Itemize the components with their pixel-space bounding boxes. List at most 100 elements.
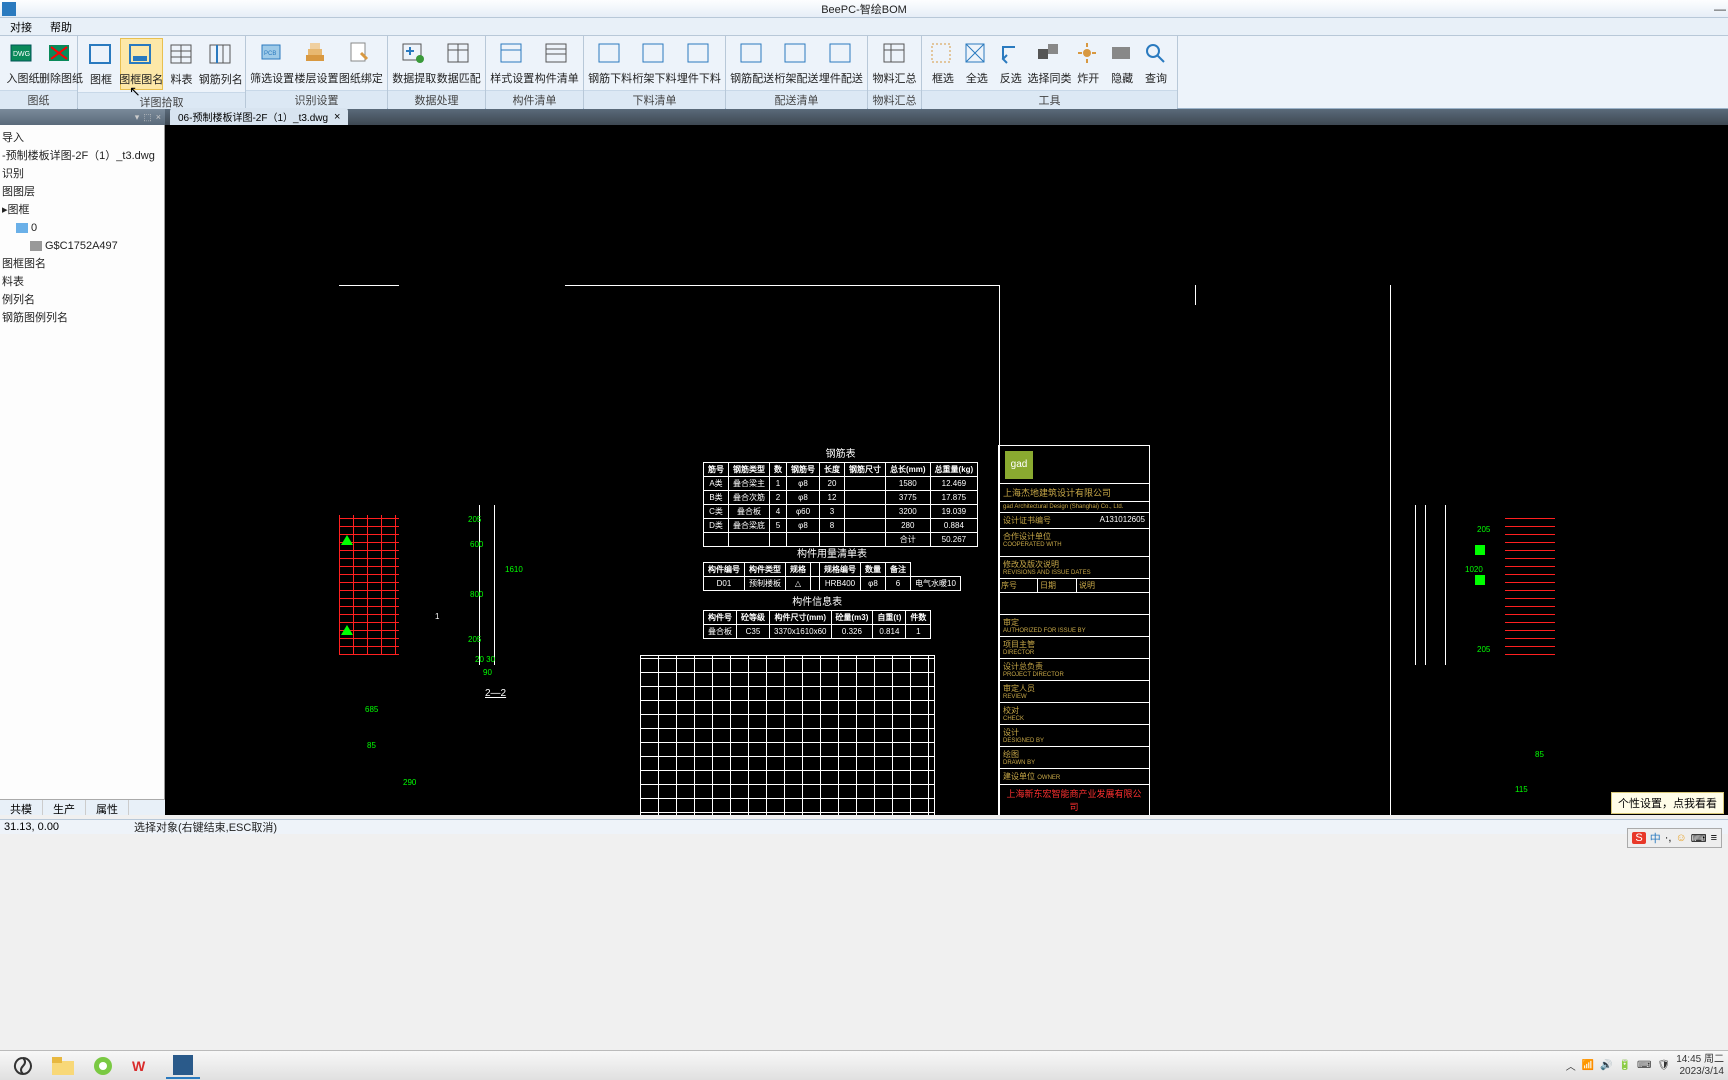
- tree-view[interactable]: 导入 -预制楼板详图-2F（1）_t3.dwg 识别 图图层 ▸ 图框 0 G$…: [0, 125, 164, 331]
- panel-header[interactable]: ▾ ⬚ ×: [0, 109, 165, 125]
- ribbon-group-summary: 物料汇总: [868, 90, 921, 109]
- grid-plan: [640, 655, 935, 815]
- dimension: 85: [1535, 750, 1544, 759]
- frame-name-button[interactable]: 图框图名: [120, 38, 163, 90]
- owner-name: 上海新东宏智能商产业发展有限公司: [999, 785, 1149, 815]
- tray-network-icon[interactable]: 📶: [1582, 1060, 1594, 1071]
- section-view: [339, 505, 509, 695]
- filter-setting-button[interactable]: PCB筛选设置: [250, 38, 294, 88]
- tray-battery-icon[interactable]: 🔋: [1619, 1060, 1631, 1071]
- data-extract-button[interactable]: 数据提取: [392, 38, 437, 88]
- explorer-icon[interactable]: [46, 1053, 80, 1079]
- start-button[interactable]: [6, 1053, 40, 1079]
- tree-node-material[interactable]: 料表: [2, 273, 162, 291]
- ribbon-group-tools: 工具: [922, 90, 1177, 109]
- import-drawing-button[interactable]: DWG入图纸: [4, 38, 42, 88]
- rebar-column-button[interactable]: 钢筋列名: [201, 39, 242, 89]
- tree-node-frame[interactable]: ▸ 图框: [2, 201, 162, 219]
- system-tray: ︿ 📶 🔊 🔋 ⌨ 🛡 14:45 周二 2023/3/14: [1566, 1054, 1724, 1078]
- menu-bar: 对接 帮助: [0, 18, 1728, 36]
- tree-node-count[interactable]: 0: [2, 219, 162, 237]
- dimension: 205: [1477, 645, 1490, 654]
- tray-keyboard-icon[interactable]: ⌨: [1637, 1060, 1651, 1071]
- frame-line: [1390, 285, 1391, 815]
- tree-node-code[interactable]: G$C1752A497: [2, 237, 162, 255]
- side-tab-common[interactable]: 共模: [0, 800, 43, 815]
- side-panel: 导入 -预制楼板详图-2F（1）_t3.dwg 识别 图图层 ▸ 图框 0 G$…: [0, 125, 165, 815]
- truss-cut-button[interactable]: 桁架下料: [632, 38, 676, 88]
- dimension: 205: [1477, 525, 1490, 534]
- floor-setting-button[interactable]: 楼层设置: [294, 38, 338, 88]
- tree-node-column[interactable]: 例列名: [2, 291, 162, 309]
- ime-brand-icon[interactable]: S: [1632, 832, 1645, 844]
- tree-node-import[interactable]: 导入: [2, 129, 162, 147]
- explode-button[interactable]: 炸开: [1071, 38, 1105, 88]
- tree-node-recognize[interactable]: 识别: [2, 165, 162, 183]
- dimension: 90: [483, 668, 492, 677]
- rebar-delivery-button[interactable]: 钢筋配送: [730, 38, 774, 88]
- browser-icon[interactable]: [86, 1053, 120, 1079]
- embed-cut-button[interactable]: 埋件下料: [677, 38, 721, 88]
- cad-canvas[interactable]: 钢筋表 筋号钢筋类型数钢筋号长度钢筋尺寸总长(mm)总重量(kg) A类叠合梁主…: [165, 125, 1728, 815]
- menu-help[interactable]: 帮助: [50, 19, 72, 35]
- dimension: 1020: [1465, 565, 1483, 574]
- delete-drawing-button[interactable]: 删除图纸: [42, 38, 80, 88]
- ime-keyboard-icon[interactable]: ⌨: [1691, 832, 1707, 845]
- ime-lang[interactable]: 中: [1650, 830, 1661, 846]
- dimension: 85: [367, 741, 376, 750]
- style-setting-button[interactable]: 样式设置: [490, 38, 535, 88]
- component-list-button[interactable]: 构件清单: [535, 38, 580, 88]
- taskbar-clock[interactable]: 14:45 周二 2023/3/14: [1676, 1054, 1724, 1078]
- dimension: 1: [435, 612, 439, 621]
- ime-menu-icon[interactable]: ≡: [1711, 832, 1717, 844]
- panel-dropdown-icon[interactable]: ▾: [135, 112, 140, 123]
- data-match-button[interactable]: 数据匹配: [437, 38, 482, 88]
- tree-node-layer[interactable]: 图图层: [2, 183, 162, 201]
- title-block: gad 上海杰地建筑设计有限公司 gad Architectural Desig…: [998, 445, 1150, 815]
- file-icon: [30, 241, 42, 251]
- select-same-button[interactable]: 选择同类: [1028, 38, 1072, 88]
- side-tab-properties[interactable]: 属性: [86, 800, 129, 815]
- panel-pin-icon[interactable]: ⬚: [143, 112, 152, 123]
- app-icon: [2, 2, 16, 16]
- embed-delivery-button[interactable]: 埋件配送: [819, 38, 863, 88]
- panel-close-icon[interactable]: ×: [156, 112, 161, 122]
- tree-node-file[interactable]: -预制楼板详图-2F（1）_t3.dwg: [2, 147, 162, 165]
- ime-emoji-icon[interactable]: ☺: [1675, 832, 1686, 844]
- drawing-bind-button[interactable]: 图纸绑定: [339, 38, 383, 88]
- ribbon-group-drawing: 图纸: [0, 90, 77, 109]
- material-summary-button[interactable]: 物料汇总: [872, 38, 917, 88]
- tray-volume-icon[interactable]: 🔊: [1600, 1060, 1612, 1071]
- dimension: 205: [468, 515, 481, 524]
- box-select-button[interactable]: 框选: [926, 38, 960, 88]
- dimension: 20 30: [475, 655, 495, 664]
- select-all-button[interactable]: 全选: [960, 38, 994, 88]
- tree-node-rebar-column[interactable]: 钢筋图例列名: [2, 309, 162, 327]
- folder-icon: [16, 223, 28, 233]
- wps-icon[interactable]: W: [126, 1053, 160, 1079]
- ime-punct[interactable]: ·,: [1665, 832, 1672, 844]
- side-tab-production[interactable]: 生产: [43, 800, 86, 815]
- rebar-cut-button[interactable]: 钢筋下料: [588, 38, 632, 88]
- invert-select-button[interactable]: 反选: [994, 38, 1028, 88]
- hide-button[interactable]: 隐藏: [1105, 38, 1139, 88]
- svg-text:DWG: DWG: [13, 51, 30, 58]
- app-taskbar-icon[interactable]: [166, 1053, 200, 1079]
- dimension: 1610: [505, 565, 523, 574]
- prop-table: 构件用量清单表 构件编号构件类型规格规格编号数量备注 D01预制楼板△HRB40…: [703, 545, 961, 591]
- truss-delivery-button[interactable]: 桁架配送: [774, 38, 818, 88]
- side-panel-tabs: 共模 生产 属性: [0, 799, 165, 815]
- document-tab-close[interactable]: ×: [334, 111, 340, 123]
- material-table-button[interactable]: 料表: [163, 39, 201, 89]
- settings-hint[interactable]: 个性设置，点我看看: [1611, 792, 1724, 814]
- tray-shield-icon[interactable]: 🛡: [1657, 1060, 1670, 1071]
- query-button[interactable]: 查询: [1139, 38, 1173, 88]
- document-tab[interactable]: 06-预制楼板详图-2F（1）_t3.dwg ×: [170, 108, 348, 125]
- frame-button[interactable]: 图框: [82, 39, 120, 89]
- tree-node-frame-name[interactable]: 图框图名: [2, 255, 162, 273]
- ime-toolbar[interactable]: S 中 ·, ☺ ⌨ ≡: [1627, 828, 1722, 848]
- tray-chevron-icon[interactable]: ︿: [1566, 1058, 1576, 1073]
- minimize-button[interactable]: —: [1714, 2, 1726, 16]
- menu-docking[interactable]: 对接: [10, 19, 32, 35]
- ribbon-group-delivery: 配送清单: [726, 90, 867, 109]
